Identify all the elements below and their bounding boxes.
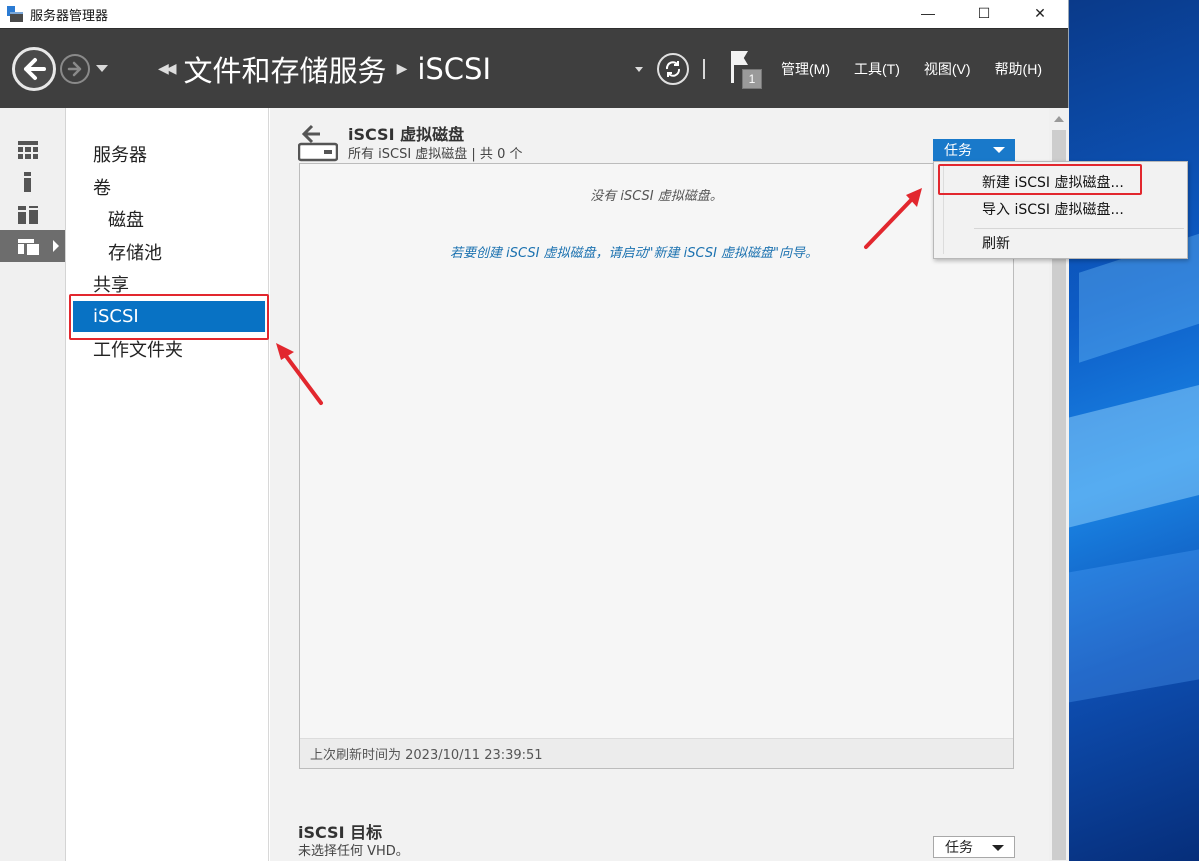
chevron-down-icon xyxy=(992,845,1004,851)
close-button[interactable]: ✕ xyxy=(1012,0,1068,26)
menu-view[interactable]: 视图(V) xyxy=(924,59,971,79)
targets-tasks-label: 任务 xyxy=(945,840,973,856)
server-manager-window: 服务器管理器 — ☐ ✕ ◀◀ 文件和存储服务 ▶ iSCSI 1 管理(M) … xyxy=(0,0,1069,861)
menu-manage[interactable]: 管理(M) xyxy=(781,59,830,79)
menu-tools[interactable]: 工具(T) xyxy=(854,59,900,79)
all-servers-nav[interactable] xyxy=(0,198,65,230)
refresh-button[interactable] xyxy=(657,53,689,85)
breadcrumb-item-file-storage[interactable]: 文件和存储服务 xyxy=(184,48,387,90)
nav-item-storage-pools[interactable]: 存储池 xyxy=(73,236,265,267)
flag-icon xyxy=(734,51,748,65)
maximize-button[interactable]: ☐ xyxy=(956,0,1012,26)
scroll-up-icon[interactable] xyxy=(1054,116,1064,122)
local-server-icon xyxy=(24,172,31,192)
nav-item-disks[interactable]: 磁盘 xyxy=(73,203,265,234)
virtual-disk-icon xyxy=(298,124,338,162)
file-storage-icon xyxy=(18,239,39,255)
breadcrumb: ◀◀ 文件和存储服务 ▶ iSCSI xyxy=(158,48,491,90)
virtual-disks-list: 没有 iSCSI 虚拟磁盘。 若要创建 iSCSI 虚拟磁盘，请启动"新建 iS… xyxy=(299,163,1014,769)
icon-strip xyxy=(0,108,66,861)
toolbar-divider xyxy=(703,59,705,79)
targets-tasks-button[interactable]: 任务 xyxy=(933,836,1015,858)
forward-button[interactable] xyxy=(60,53,90,84)
last-refresh-status: 上次刷新时间为 2023/10/11 23:39:51 xyxy=(300,738,1013,768)
history-dropdown-icon[interactable] xyxy=(96,65,108,72)
menu-import-iscsi-virtual-disk[interactable]: 导入 iSCSI 虚拟磁盘... xyxy=(982,199,1124,219)
tasks-button-label: 任务 xyxy=(944,143,972,159)
file-storage-nav[interactable] xyxy=(0,230,65,262)
iscsi-targets-subtitle: 未选择任何 VHD。 xyxy=(298,844,409,859)
all-servers-icon xyxy=(18,206,38,224)
empty-list-message: 没有 iSCSI 虚拟磁盘。 xyxy=(590,189,723,204)
nav-item-volumes[interactable]: 卷 xyxy=(73,171,265,202)
arrow-left-icon xyxy=(24,57,46,80)
desktop-wallpaper xyxy=(1069,0,1199,861)
menu-divider xyxy=(974,228,1184,229)
annotation-highlight-new-disk xyxy=(938,164,1142,195)
notifications-flag[interactable]: 1 xyxy=(729,49,763,89)
virtual-disks-tasks-button[interactable]: 任务 xyxy=(933,139,1015,161)
breadcrumb-item-iscsi: iSCSI xyxy=(417,51,492,86)
breadcrumb-separator-icon: ▶ xyxy=(396,60,408,77)
new-virtual-disk-wizard-link[interactable]: 若要创建 iSCSI 虚拟磁盘，请启动"新建 iSCSI 虚拟磁盘"向导。 xyxy=(450,242,818,261)
breadcrumb-back-icon[interactable]: ◀◀ xyxy=(158,61,176,77)
minimize-button[interactable]: — xyxy=(900,0,956,26)
menu-refresh[interactable]: 刷新 xyxy=(982,233,1010,253)
back-button[interactable] xyxy=(12,46,56,91)
local-server-nav[interactable] xyxy=(0,166,65,198)
menu-help[interactable]: 帮助(H) xyxy=(995,59,1042,79)
window-title: 服务器管理器 xyxy=(30,7,109,23)
annotation-highlight-iscsi xyxy=(69,294,269,340)
dashboard-nav[interactable] xyxy=(0,134,65,166)
server-manager-icon xyxy=(6,5,24,23)
notification-count-badge: 1 xyxy=(742,69,762,89)
chevron-down-icon xyxy=(993,147,1005,153)
refresh-icon xyxy=(665,61,681,77)
arrow-right-icon xyxy=(67,61,82,76)
title-bar: 服务器管理器 — ☐ ✕ xyxy=(0,0,1068,28)
virtual-disks-subtitle: 所有 iSCSI 虚拟磁盘 | 共 0 个 xyxy=(348,147,523,162)
virtual-disks-title: iSCSI 虚拟磁盘 xyxy=(348,125,465,144)
breadcrumb-dropdown-icon[interactable] xyxy=(635,66,643,72)
dashboard-icon xyxy=(18,141,38,159)
expand-caret-icon xyxy=(53,240,59,252)
nav-item-servers[interactable]: 服务器 xyxy=(73,138,265,169)
command-bar: ◀◀ 文件和存储服务 ▶ iSCSI 1 管理(M) 工具(T) 视图(V) 帮… xyxy=(0,28,1068,108)
navigation-panel: 服务器 卷 磁盘 存储池 共享 iSCSI 工作文件夹 xyxy=(66,108,269,861)
